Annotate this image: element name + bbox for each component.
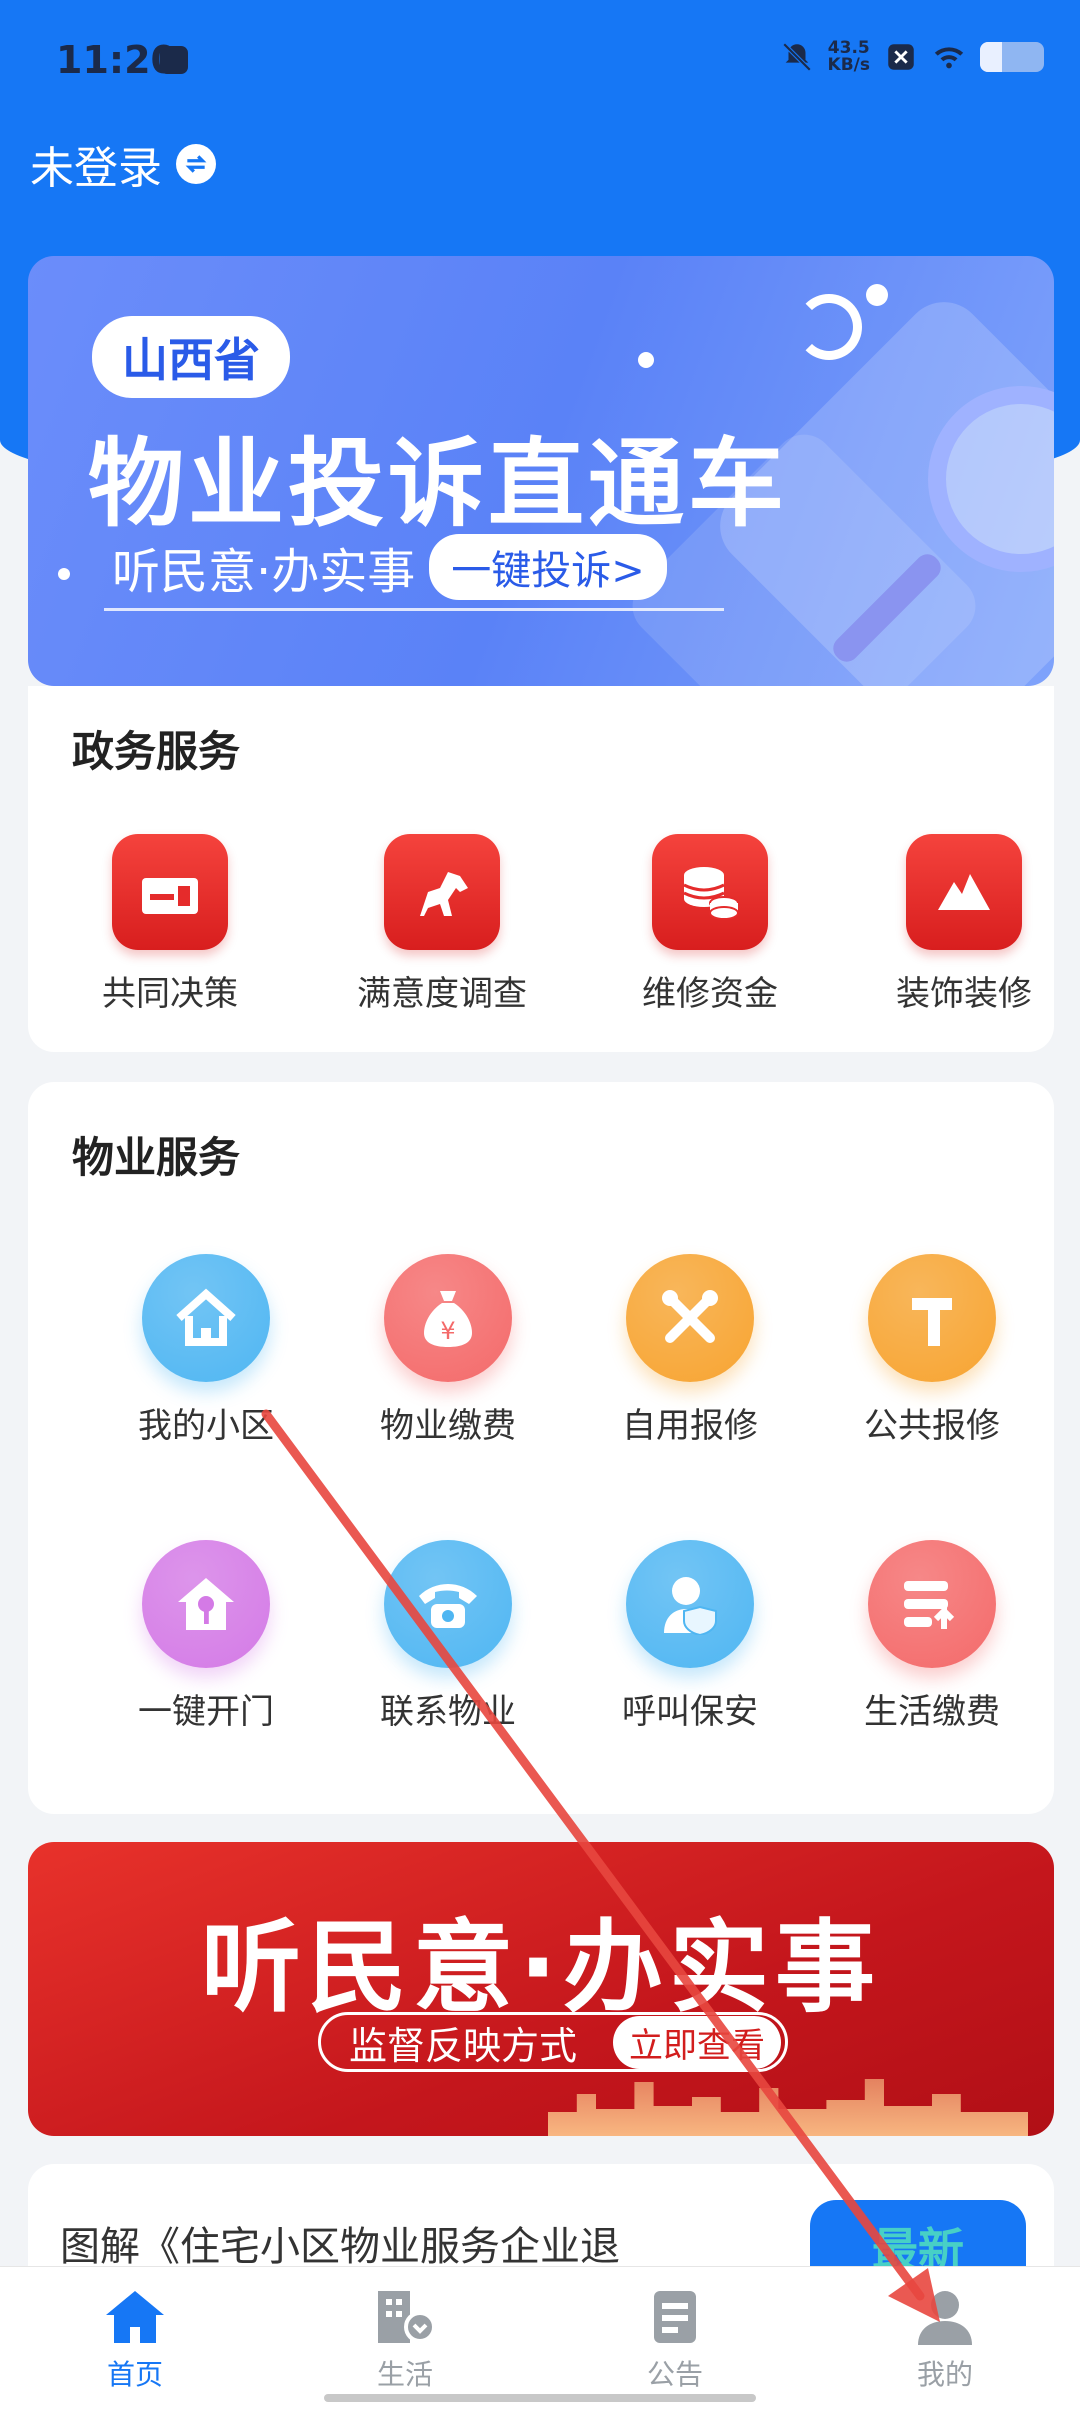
property-item-fee[interactable]: ¥ 物业缴费 <box>328 1254 568 1447</box>
property-item-self-repair[interactable]: 自用报修 <box>570 1254 810 1447</box>
red-banner-title: 听民意·办实事 <box>201 1909 881 2026</box>
property-item-public-repair[interactable]: 公共报修 <box>812 1254 1052 1447</box>
phone-icon <box>384 1540 512 1668</box>
gov-services-title: 政务服务 <box>72 727 241 776</box>
bill-icon <box>868 1540 996 1668</box>
tab-mine[interactable]: 我的 <box>810 2267 1080 2409</box>
property-item-open-door[interactable]: 一键开门 <box>86 1540 326 1733</box>
key-house-icon <box>142 1540 270 1668</box>
net-speed: 43.5 KB/s <box>827 38 870 75</box>
building-icon <box>378 2291 436 2343</box>
home-indicator[interactable] <box>324 2394 756 2402</box>
property-item-contact[interactable]: 联系物业 <box>328 1540 568 1733</box>
skyline-decoration <box>548 2079 1028 2136</box>
tab-notice[interactable]: 公告 <box>540 2267 810 2409</box>
wifi-icon <box>934 47 964 69</box>
battery-icon <box>980 42 1044 72</box>
horse-icon <box>384 834 500 950</box>
gov-services-card: 政务服务 共同决策 满意度调查 维修资金 装饰装修 <box>28 686 1054 1052</box>
switch-icon[interactable] <box>176 144 216 184</box>
coins-icon <box>652 834 768 950</box>
property-item-my-community[interactable]: 我的小区 <box>86 1254 326 1447</box>
dot-decoration <box>638 352 654 368</box>
ballot-icon <box>112 834 228 950</box>
province-tag: 山西省 <box>92 316 290 398</box>
message-icon <box>160 46 188 74</box>
login-text: 未登录 <box>30 143 162 194</box>
dot-decoration <box>58 568 70 580</box>
status-bar: 11:20 43.5 KB/s <box>0 0 1080 128</box>
house-icon <box>142 1254 270 1382</box>
banner-title: 物业投诉直通车 <box>88 428 788 540</box>
complaint-banner[interactable]: 山西省 物业投诉直通车 听民意·办实事 一键投诉> <box>28 256 1054 686</box>
app-notification-icon <box>888 44 914 70</box>
tools-icon <box>626 1254 754 1382</box>
banner-subtitle-row: 听民意·办实事 一键投诉> <box>112 532 667 602</box>
login-status[interactable]: 未登录 <box>30 132 216 196</box>
banner-underline <box>104 608 724 611</box>
property-services-card: 物业服务 我的小区 ¥ 物业缴费 自用报修 公共报修 一键开门 联系物业 呼叫保… <box>28 1082 1054 1814</box>
property-services-title: 物业服务 <box>72 1133 241 1182</box>
home-icon <box>106 2291 164 2343</box>
tab-life[interactable]: 生活 <box>270 2267 540 2409</box>
supervision-text: 监督反映方式 <box>349 2023 578 2068</box>
security-guard-icon <box>626 1540 754 1668</box>
supervision-banner[interactable]: 听民意·办实事 监督反映方式 立即查看 <box>28 1842 1054 2136</box>
bottom-tab-bar: 首页 生活 公告 我的 <box>0 2266 1080 2409</box>
gov-item-repair-fund[interactable]: 维修资金 <box>600 834 820 1015</box>
bell-off-icon <box>782 42 811 72</box>
hammer-icon <box>868 1254 996 1382</box>
notice-icon <box>654 2291 696 2343</box>
status-time: 11:20 <box>56 38 177 82</box>
view-now-button[interactable]: 立即查看 <box>613 2015 781 2069</box>
gov-item-survey[interactable]: 满意度调查 <box>332 834 552 1015</box>
gov-item-decision[interactable]: 共同决策 <box>60 834 280 1015</box>
svg-text:¥: ¥ <box>440 1317 455 1345</box>
dot-decoration <box>866 284 888 306</box>
money-bag-icon: ¥ <box>384 1254 512 1382</box>
gov-item-decoration[interactable]: 装饰装修 <box>854 834 1074 1015</box>
supervision-pill: 监督反映方式 立即查看 <box>318 2012 788 2072</box>
property-item-utility-fee[interactable]: 生活缴费 <box>812 1540 1052 1733</box>
banner-subtitle: 听民意·办实事 <box>112 544 416 600</box>
mountain-icon <box>906 834 1022 950</box>
tab-home[interactable]: 首页 <box>0 2267 270 2409</box>
person-icon <box>918 2291 972 2345</box>
moon-decoration-icon <box>796 294 862 360</box>
property-item-call-security[interactable]: 呼叫保安 <box>570 1540 810 1733</box>
one-click-complaint-button[interactable]: 一键投诉> <box>429 534 667 600</box>
news-title: 图解《住宅小区物业服务企业退 <box>60 2224 620 2270</box>
battery-fill <box>980 42 1003 72</box>
status-icons: 43.5 KB/s <box>780 40 1044 74</box>
